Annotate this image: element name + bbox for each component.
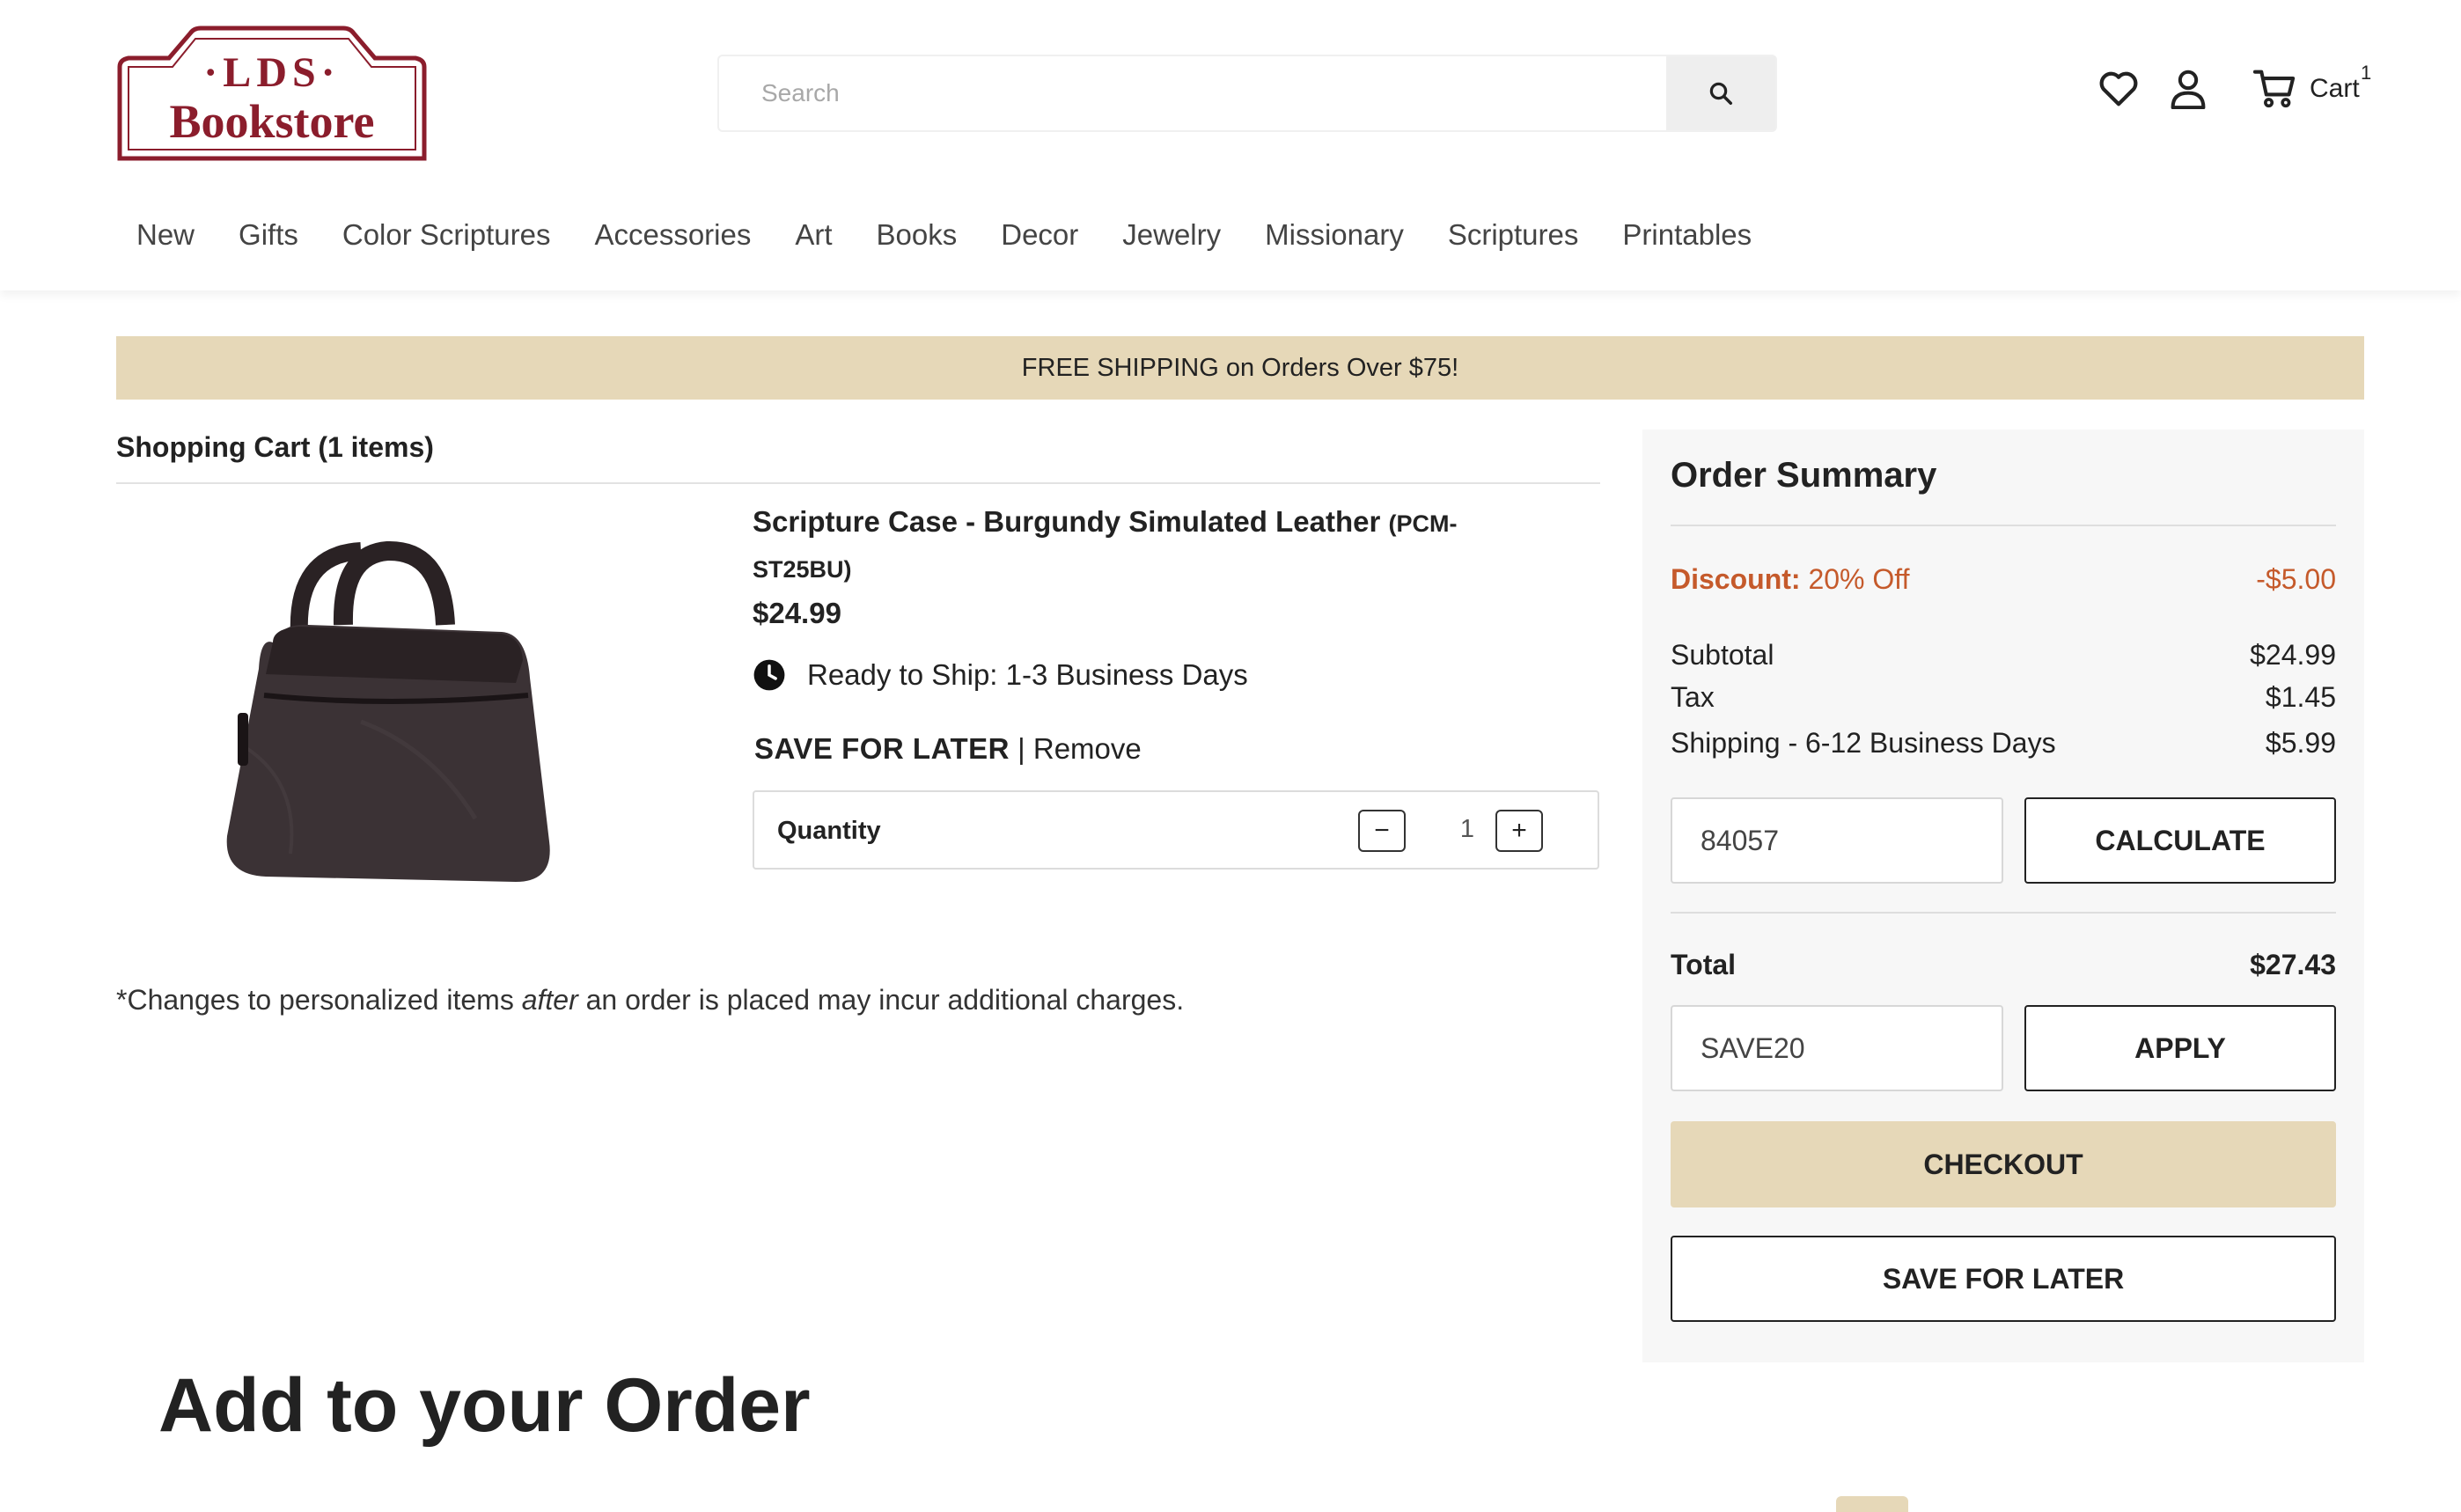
note-text-after: an order is placed may incur additional … [577, 984, 1185, 1016]
cart-icon [2253, 70, 2296, 108]
logo-top-text: ·LDS· [203, 49, 340, 96]
shipping-text: Ready to Ship: 1-3 Business Days [807, 658, 1248, 691]
save-for-later-button[interactable]: SAVE FOR LATER [1671, 1236, 2336, 1322]
tax-label: Tax [1671, 681, 1715, 713]
note-text-before: *Changes to personalized items [116, 984, 522, 1016]
heart-icon [2099, 71, 2138, 106]
cart-count-badge: 1 [2361, 62, 2372, 84]
product-price: $24.99 [753, 597, 841, 629]
nav-item-scriptures[interactable]: Scriptures [1448, 218, 1579, 252]
summary-divider-total [1671, 912, 2336, 914]
nav-item-gifts[interactable]: Gifts [239, 218, 298, 252]
product-title[interactable]: Scripture Case - Burgundy Simulated Leat… [753, 505, 1380, 538]
total-row: Total $27.43 [1671, 949, 2336, 981]
note-text-italic: after [521, 984, 578, 1016]
main-nav: New Gifts Color Scriptures Accessories A… [136, 218, 1796, 252]
search-input[interactable] [719, 56, 1666, 130]
subtotal-row: Subtotal $24.99 [1671, 639, 2336, 672]
site-header: ·LDS· Bookstore Cart 1 New Gifts Color S… [0, 0, 2461, 290]
quantity-decrease-button[interactable]: − [1358, 810, 1406, 852]
nav-item-accessories[interactable]: Accessories [594, 218, 751, 252]
nav-item-color-scriptures[interactable]: Color Scriptures [342, 218, 551, 252]
order-summary-title: Order Summary [1671, 456, 1937, 495]
product-image[interactable] [211, 519, 581, 906]
nav-item-missionary[interactable]: Missionary [1265, 218, 1404, 252]
discount-label: Discount: [1671, 563, 1801, 595]
total-label: Total [1671, 949, 1737, 980]
add-to-order-heading: Add to your Order [158, 1363, 811, 1448]
calculate-button[interactable]: CALCULATE [2024, 797, 2336, 884]
item-actions: SAVE FOR LATER | Remove [754, 732, 1142, 766]
user-icon [2171, 70, 2206, 109]
search-button[interactable] [1666, 56, 1775, 130]
quantity-box: Quantity − 1 + [753, 790, 1599, 870]
zip-code-input[interactable] [1671, 797, 2003, 884]
tax-value: $1.45 [2265, 681, 2336, 713]
shipping-label: Shipping - 6-12 Business Days [1671, 727, 2056, 759]
tax-row: Tax $1.45 [1671, 681, 2336, 714]
subtotal-label: Subtotal [1671, 639, 1774, 671]
logo-bottom-text: Bookstore [169, 95, 374, 148]
summary-divider [1671, 525, 2336, 526]
shipping-value: $5.99 [2265, 727, 2336, 759]
total-value: $27.43 [2250, 949, 2336, 980]
free-shipping-banner: FREE SHIPPING on Orders Over $75! [116, 336, 2364, 400]
cart-label[interactable]: Cart [2310, 74, 2360, 104]
search-bar [717, 55, 1777, 132]
discount-description: 20% Off [1808, 563, 1910, 595]
partial-element [1836, 1496, 1908, 1512]
checkout-button[interactable]: CHECKOUT [1671, 1121, 2336, 1207]
discount-row: Discount: 20% Off -$5.00 [1671, 563, 2336, 596]
nav-item-jewelry[interactable]: Jewelry [1122, 218, 1221, 252]
action-separator: | [1017, 732, 1025, 765]
shipping-status: Ready to Ship: 1-3 Business Days [753, 658, 1248, 692]
search-icon [1709, 82, 1732, 105]
quantity-increase-button[interactable]: + [1495, 810, 1543, 852]
product-name[interactable]: Scripture Case - Burgundy Simulated Leat… [753, 500, 1545, 591]
shipping-row: Shipping - 6-12 Business Days $5.99 [1671, 727, 2336, 760]
clock-icon [753, 659, 785, 691]
cart-divider [116, 482, 1600, 484]
quantity-value[interactable]: 1 [1450, 815, 1485, 844]
lds-bookstore-logo[interactable]: ·LDS· Bookstore [116, 25, 428, 162]
discount-value: -$5.00 [2256, 563, 2336, 595]
nav-item-books[interactable]: Books [877, 218, 958, 252]
cart-button[interactable] [2253, 69, 2296, 109]
personalization-note: *Changes to personalized items after an … [116, 984, 1184, 1017]
save-for-later-link[interactable]: SAVE FOR LATER [754, 732, 1010, 765]
nav-item-printables[interactable]: Printables [1622, 218, 1752, 252]
wishlist-button[interactable] [2098, 69, 2139, 107]
subtotal-value: $24.99 [2250, 639, 2336, 671]
account-button[interactable] [2169, 69, 2208, 109]
apply-button[interactable]: APPLY [2024, 1005, 2336, 1091]
nav-item-art[interactable]: Art [795, 218, 832, 252]
nav-item-new[interactable]: New [136, 218, 195, 252]
promo-code-input[interactable] [1671, 1005, 2003, 1091]
cart-title: Shopping Cart (1 items) [116, 431, 434, 463]
remove-link[interactable]: Remove [1033, 732, 1142, 765]
quantity-label: Quantity [777, 817, 881, 845]
order-summary: Order Summary Discount: 20% Off -$5.00 S… [1642, 429, 2364, 1362]
nav-item-decor[interactable]: Decor [1001, 218, 1078, 252]
